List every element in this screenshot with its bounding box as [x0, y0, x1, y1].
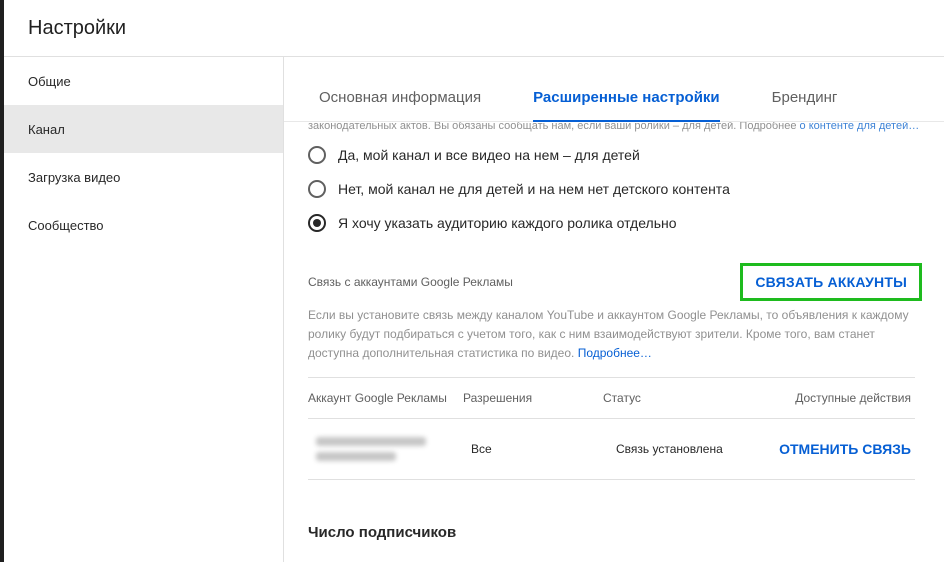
blurred-account-id: [308, 437, 471, 461]
radio-button[interactable]: [308, 146, 326, 164]
status-cell: Связь установлена: [616, 442, 723, 456]
subscriber-count-heading: Число подписчиков: [308, 524, 457, 541]
sidebar-item-label: Сообщество: [28, 217, 104, 233]
column-header-permissions: Разрешения: [463, 391, 533, 405]
page-title: Настройки: [28, 16, 127, 39]
blurred-line: [316, 452, 396, 461]
permissions-cell: Все: [471, 442, 492, 456]
sidebar-item-label: Канал: [28, 121, 65, 137]
audience-option-not-kids[interactable]: Нет, мой канал не для детей и на нем нет…: [308, 172, 920, 206]
radio-label: Я хочу указать аудиторию каждого ролика …: [338, 215, 677, 231]
learn-more-link[interactable]: Подробнее…: [578, 346, 652, 360]
google-ads-description: Если вы установите связь между каналом Y…: [308, 306, 918, 363]
linked-accounts-table: Аккаунт Google Рекламы Разрешения Статус…: [308, 377, 915, 480]
radio-button[interactable]: [308, 180, 326, 198]
dialog-header: Настройки: [4, 0, 944, 57]
column-header-actions: Доступные действия: [795, 391, 911, 405]
tab-bar: Основная информация Расширенные настройк…: [284, 57, 944, 122]
link-accounts-button[interactable]: СВЯЗАТЬ АККАУНТЫ: [740, 263, 922, 301]
section-label: Связь с аккаунтами Google Рекламы: [308, 275, 513, 289]
audience-option-per-video[interactable]: Я хочу указать аудиторию каждого ролика …: [308, 206, 920, 240]
tab-advanced-settings[interactable]: Расширенные настройки: [533, 89, 720, 122]
sidebar-item-label: Загрузка видео: [28, 169, 121, 185]
column-header-status: Статус: [603, 391, 641, 405]
tab-basic-info[interactable]: Основная информация: [319, 89, 481, 121]
sidebar-item-label: Общие: [28, 73, 71, 89]
radio-label: Да, мой канал и все видео на нем – для д…: [338, 147, 640, 163]
audience-radio-group: Да, мой канал и все видео на нем – для д…: [308, 138, 920, 240]
tab-branding[interactable]: Брендинг: [772, 89, 838, 121]
sidebar-item-general[interactable]: Общие: [4, 57, 283, 105]
sidebar-item-upload-defaults[interactable]: Загрузка видео: [4, 153, 283, 201]
unlink-button[interactable]: ОТМЕНИТЬ СВЯЗЬ: [766, 441, 915, 457]
radio-button-checked[interactable]: [308, 214, 326, 232]
advanced-settings-content: законодательных актов. Вы обязаны сообща…: [308, 115, 922, 541]
blurred-line: [316, 437, 426, 446]
column-header-account: Аккаунт Google Рекламы: [308, 391, 447, 405]
google-ads-section-header: Связь с аккаунтами Google Рекламы СВЯЗАТ…: [308, 263, 922, 301]
settings-dialog: Настройки Общие Канал Загрузка видео Соо…: [4, 0, 944, 562]
sidebar-item-channel[interactable]: Канал: [4, 105, 283, 153]
radio-label: Нет, мой канал не для детей и на нем нет…: [338, 181, 730, 197]
table-header-row: Аккаунт Google Рекламы Разрешения Статус…: [308, 378, 915, 419]
table-row: Все Связь установлена ОТМЕНИТЬ СВЯЗЬ: [308, 419, 915, 480]
sidebar: Общие Канал Загрузка видео Сообщество: [4, 57, 284, 562]
audience-option-kids[interactable]: Да, мой канал и все видео на нем – для д…: [308, 138, 920, 172]
sidebar-item-community[interactable]: Сообщество: [4, 201, 283, 249]
main-panel: Основная информация Расширенные настройк…: [284, 57, 944, 562]
